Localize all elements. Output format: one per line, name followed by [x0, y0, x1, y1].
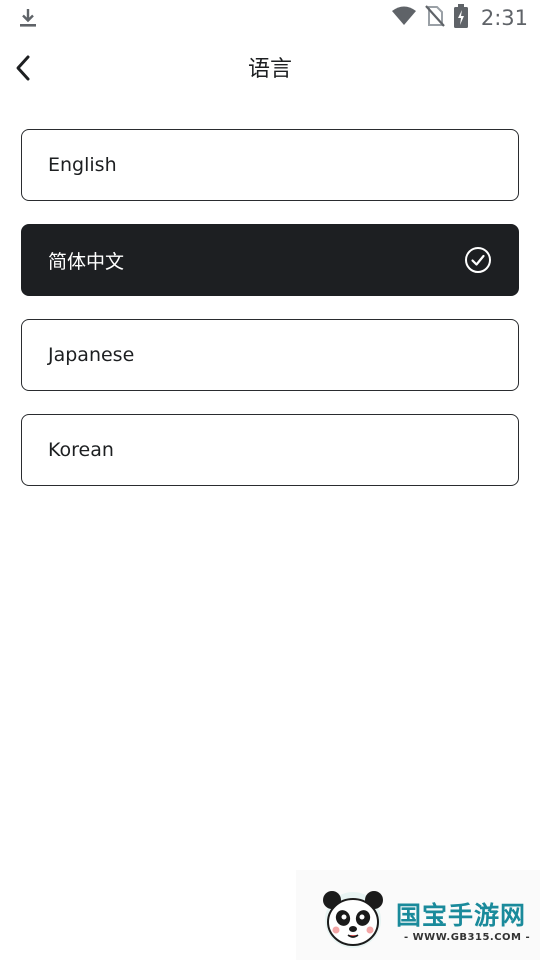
language-label: English [48, 154, 117, 176]
language-option-simplified-chinese[interactable]: 简体中文 [21, 224, 519, 296]
panda-logo-icon [318, 884, 388, 952]
download-icon [16, 6, 40, 30]
language-option-korean[interactable]: Korean [21, 414, 519, 486]
status-bar: 2:31 [0, 0, 540, 36]
language-label: 简体中文 [48, 250, 125, 273]
watermark-title: 国宝手游网 [396, 901, 527, 930]
watermark: 国宝手游网 - WWW.GB315.COM - [296, 870, 540, 960]
language-option-japanese[interactable]: Japanese [21, 319, 519, 391]
battery-charging-icon [453, 3, 469, 33]
language-list: English 简体中文 Japanese Korean [21, 129, 519, 509]
language-label: Korean [48, 439, 114, 461]
wifi-icon [391, 5, 417, 32]
status-icons: 2:31 [391, 0, 528, 36]
status-time: 2:31 [480, 6, 528, 30]
language-label: Japanese [48, 344, 135, 366]
check-circle-icon [464, 246, 492, 274]
page-title: 语言 [247, 57, 292, 82]
language-option-english[interactable]: English [21, 129, 519, 201]
watermark-url: - WWW.GB315.COM - [404, 932, 531, 943]
app-bar: 语言 [0, 40, 540, 100]
no-sim-icon [425, 4, 445, 32]
